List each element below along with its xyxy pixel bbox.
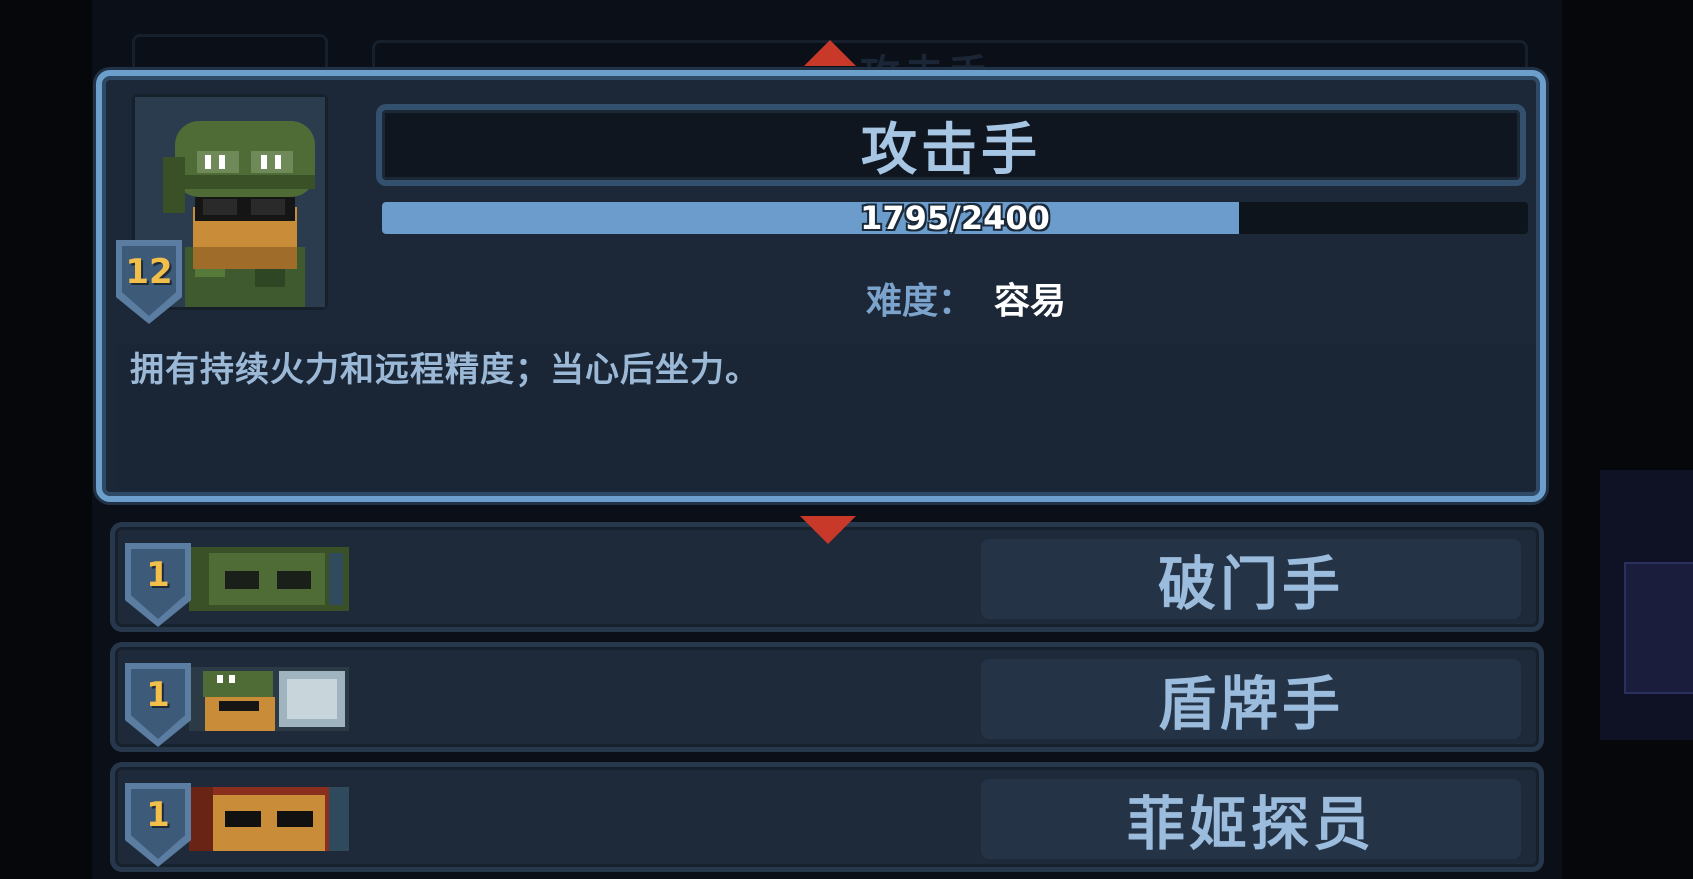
selected-level-text: 12 xyxy=(125,252,173,292)
agent-portrait-icon xyxy=(189,787,349,851)
difficulty-row: 难度： 容易 xyxy=(866,272,1066,324)
experience-text: 1795/2400 xyxy=(860,202,1050,234)
character-level-text: 1 xyxy=(146,555,170,595)
scroll-up-arrow-icon[interactable] xyxy=(804,40,856,66)
breacher-portrait-icon xyxy=(189,547,349,611)
difficulty-value: 容易 xyxy=(994,281,1067,322)
character-name: 菲姬探员 xyxy=(981,779,1521,859)
selected-name-bar: 攻击手 xyxy=(376,104,1526,186)
character-name: 破门手 xyxy=(981,539,1521,619)
character-row[interactable]: 1 菲姬探员 xyxy=(110,762,1544,872)
character-name: 盾牌手 xyxy=(981,659,1521,739)
character-level-text: 1 xyxy=(146,795,170,835)
character-thumbnail xyxy=(189,667,349,731)
character-level-badge: 1 xyxy=(125,783,191,867)
character-level-text: 1 xyxy=(146,675,170,715)
difficulty-label: 难度： xyxy=(866,281,975,322)
experience-bar: 1795/2400 xyxy=(382,202,1528,234)
shield-bearer-portrait-icon xyxy=(189,667,349,731)
selected-character-name: 攻击手 xyxy=(861,117,1041,183)
character-level-badge: 1 xyxy=(125,663,191,747)
character-thumbnail xyxy=(189,547,349,611)
character-row[interactable]: 1 盾牌手 xyxy=(110,642,1544,752)
right-decoration xyxy=(1600,470,1693,740)
character-level-badge: 1 xyxy=(125,543,191,627)
character-thumbnail xyxy=(189,787,349,851)
scroll-down-arrow-icon[interactable] xyxy=(800,516,856,544)
character-description: 拥有持续火力和远程精度；当心后坐力。 xyxy=(130,350,760,390)
